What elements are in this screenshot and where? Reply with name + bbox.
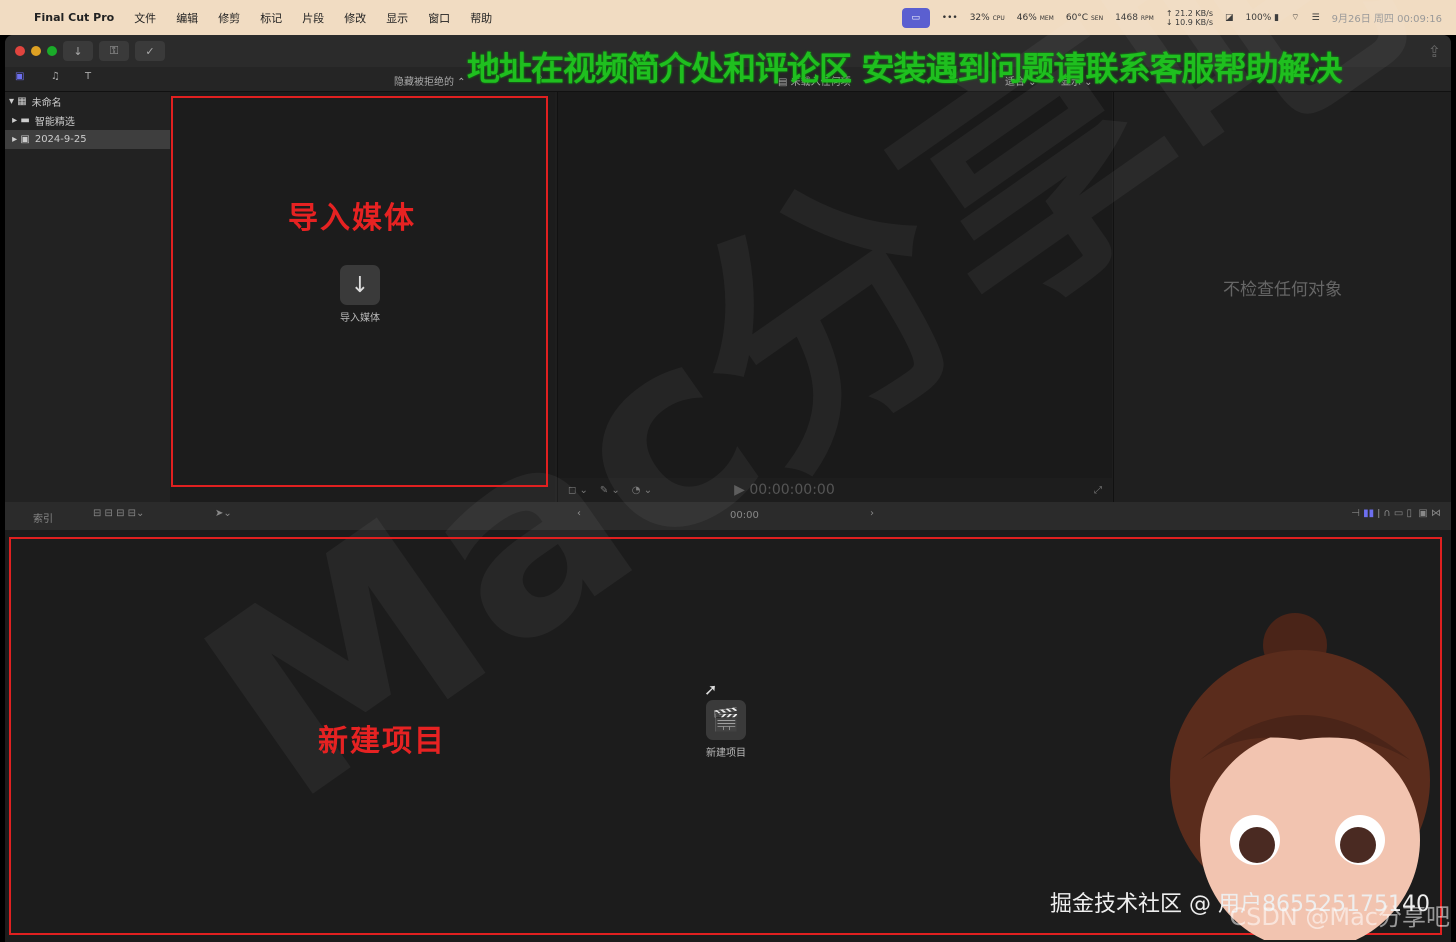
minimize-button[interactable] — [31, 46, 41, 56]
new-project-annotation: 新建项目 — [318, 716, 446, 760]
menu-file[interactable]: 文件 — [134, 10, 156, 26]
filter-select[interactable]: 隐藏被拒绝的 ⌃ — [394, 73, 466, 88]
menu-window[interactable]: 窗口 — [428, 10, 450, 26]
import-download-icon[interactable]: ↓ — [63, 41, 93, 61]
banner-text: 地址在视频简介处和评论区 安装遇到问题请联系客服帮助解决 — [467, 42, 1342, 90]
menu-view[interactable]: 显示 — [386, 10, 408, 26]
menu-help[interactable]: 帮助 — [470, 10, 492, 26]
menu-trim[interactable]: 修剪 — [218, 10, 240, 26]
menu-app-name[interactable]: Final Cut Pro — [34, 11, 114, 24]
library-sidebar: ▾ ▦未命名 ▸ ▬智能精选 ▸ ▣2024-9-25 — [5, 92, 170, 502]
sidebar-item-smart-collections[interactable]: ▸ ▬智能精选 — [5, 111, 170, 130]
libraries-icon[interactable]: ▣ — [15, 71, 24, 82]
edit-buttons[interactable]: ⊟ ⊟ ⊟ ⊟⌄ — [93, 508, 144, 519]
sidebar-item-event[interactable]: ▸ ▣2024-9-25 — [5, 130, 170, 149]
zoom-button[interactable] — [47, 46, 57, 56]
import-annotation: 导入媒体 — [288, 193, 416, 237]
menu-mark[interactable]: 标记 — [260, 10, 282, 26]
titles-icon[interactable]: T — [85, 71, 91, 82]
key-icon[interactable]: ⚿ — [99, 41, 129, 61]
check-icon[interactable]: ✓ — [135, 41, 165, 61]
fullscreen-icon[interactable]: ⤢ — [1094, 485, 1102, 496]
timeline-right-tools[interactable]: ⊣ ▮▮ ǀ ∩ ▭ ▯ ▣ ⋈ — [1351, 508, 1441, 519]
footer-credit-2: CSDN @Mac分享吧 — [1229, 897, 1450, 932]
menu-edit[interactable]: 编辑 — [176, 10, 198, 26]
menu-modify[interactable]: 修改 — [344, 10, 366, 26]
close-button[interactable] — [15, 46, 25, 56]
index-button[interactable]: 索引 — [33, 510, 53, 525]
import-highlight-box — [171, 96, 548, 487]
menu-clip[interactable]: 片段 — [302, 10, 324, 26]
photos-audio-icon[interactable]: ♫ — [51, 71, 60, 82]
forward-icon[interactable]: › — [870, 508, 874, 519]
library-item[interactable]: ▾ ▦未命名 — [5, 92, 170, 111]
